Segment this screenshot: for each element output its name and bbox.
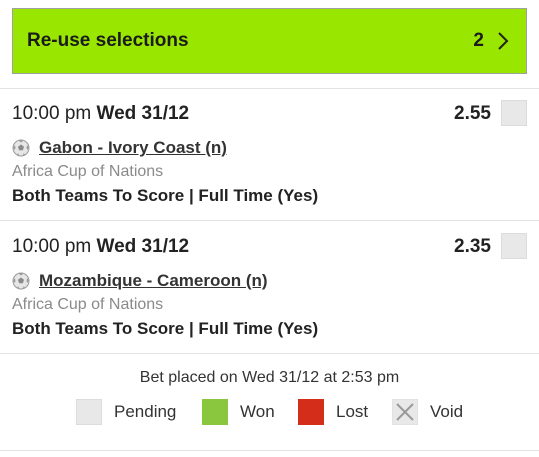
legend-label: Lost [336, 402, 369, 421]
legend-item-lost: Lost [298, 399, 368, 425]
legend-item-won: Won [202, 399, 275, 425]
reuse-selections-label: Re-use selections [27, 30, 189, 51]
league-name: Africa Cup of Nations [12, 163, 164, 180]
event-link[interactable]: Gabon - Ivory Coast (n) [39, 138, 227, 158]
football-icon [12, 139, 30, 157]
won-swatch [202, 399, 228, 425]
selection-datetime: 10:00 pm Wed 31/12 [12, 103, 189, 125]
football-icon [12, 272, 30, 290]
selection-date: Wed 31/12 [96, 103, 190, 124]
status-pending-indicator [501, 233, 527, 259]
selection-count: 2 [473, 30, 484, 51]
event-link[interactable]: Mozambique - Cameroon (n) [39, 271, 268, 291]
cross-icon [392, 399, 418, 425]
selection-time: 10:00 pm [12, 236, 92, 257]
selection-odds: 2.55 [454, 103, 491, 124]
selection-datetime: 10:00 pm Wed 31/12 [12, 236, 189, 258]
event-row: Mozambique - Cameroon (n) [12, 271, 268, 291]
chevron-right-icon [498, 32, 509, 50]
legend-label: Pending [114, 402, 177, 421]
legend-item-void: Void [392, 399, 463, 425]
legend-label: Void [430, 402, 464, 421]
divider [0, 450, 539, 451]
market-description: Both Teams To Score | Full Time (Yes) [12, 186, 319, 205]
selection-item: 10:00 pm Wed 31/12 2.55 Gabon - Ivory Co… [0, 88, 539, 220]
market-description: Both Teams To Score | Full Time (Yes) [12, 319, 319, 338]
event-row: Gabon - Ivory Coast (n) [12, 138, 227, 158]
bet-detail-panel: Re-use selections 2 10:00 pm Wed 31/12 2… [0, 0, 539, 457]
bet-placed-text: Bet placed on Wed 31/12 at 2:53 pm [139, 369, 400, 386]
selection-date: Wed 31/12 [96, 236, 190, 257]
pending-swatch [76, 399, 102, 425]
legend-item-pending: Pending [76, 399, 176, 425]
status-pending-indicator [501, 100, 527, 126]
reuse-selections-button[interactable]: Re-use selections 2 [12, 8, 527, 74]
selection-item: 10:00 pm Wed 31/12 2.35 Mozambique - Cam… [0, 221, 539, 353]
reuse-area: Re-use selections 2 [0, 0, 539, 88]
league-name: Africa Cup of Nations [12, 296, 164, 313]
selection-odds: 2.35 [454, 236, 491, 257]
legend-label: Won [240, 402, 275, 421]
lost-swatch [298, 399, 324, 425]
reuse-count-group: 2 [473, 30, 510, 52]
selection-time: 10:00 pm [12, 103, 92, 124]
